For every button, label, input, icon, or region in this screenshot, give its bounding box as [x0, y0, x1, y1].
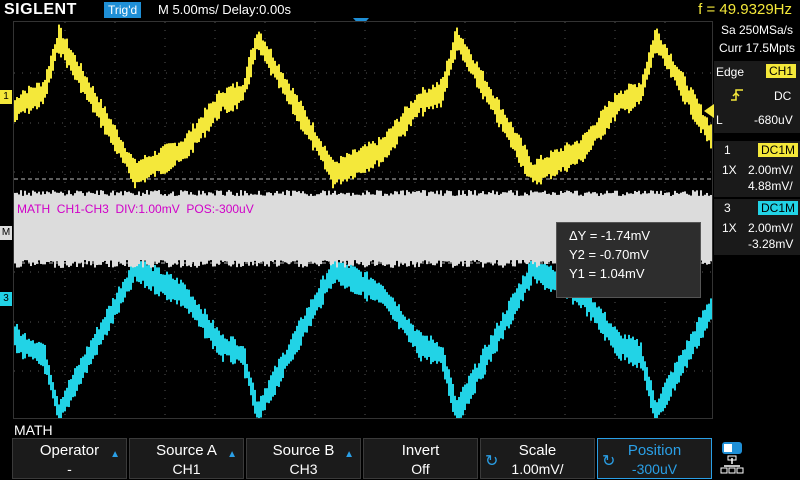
top-status-bar: SIGLENT Trig'd M 5.00ms/ Delay:0.00s f =… [0, 0, 800, 20]
memory-depth: Curr 17.5Mpts [718, 41, 796, 55]
position-softkey[interactable]: ↻ Position -300uV [597, 438, 712, 479]
source-a-label: Source A [156, 442, 217, 459]
softkey-bar: Operator - ▲ Source A CH1 ▲ Source B CH3… [0, 438, 800, 480]
source-b-softkey[interactable]: Source B CH3 ▲ [246, 438, 361, 479]
position-value: -300uV [631, 461, 678, 477]
ch1-scale: 2.00mV/ [748, 163, 793, 177]
timebase-readout[interactable]: M 5.00ms/ Delay:0.00s [158, 2, 291, 17]
invert-value: Off [411, 461, 430, 477]
trigger-source-badge: CH1 [766, 64, 797, 78]
ch3-probe: 1X [722, 221, 737, 235]
math-level-marker[interactable]: M [0, 226, 12, 240]
source-b-label: Source B [272, 442, 335, 459]
ch3-offset: -3.28mV [748, 237, 794, 251]
ch3-coupling-badge: DC1M [758, 201, 799, 215]
scale-softkey[interactable]: ↻ Scale 1.00mV/ [480, 438, 595, 479]
invert-softkey[interactable]: Invert Off [363, 438, 478, 479]
expand-arrow-icon: ▲ [344, 449, 354, 460]
source-b-value: CH3 [289, 461, 318, 477]
ch1-info-box[interactable]: 1 DC1M 1X 2.00mV/ 4.88mV/ [714, 141, 800, 197]
operator-value: - [67, 461, 72, 477]
ch1-level-marker[interactable]: 1 [0, 90, 12, 104]
trigger-info-box[interactable]: Edge CH1 DC L -680uV [714, 61, 800, 133]
cursor-y1: Y1 = 1.04mV [569, 266, 645, 281]
ch3-scale: 2.00mV/ [748, 221, 793, 235]
operator-label: Operator [39, 442, 100, 459]
waveform-display[interactable] [13, 21, 713, 419]
ch1-offset: 4.88mV/ [748, 179, 793, 193]
sample-rate: Sa 250MSa/s [720, 23, 794, 37]
menu-title: MATH [14, 422, 53, 438]
source-a-softkey[interactable]: Source A CH1 ▲ [129, 438, 244, 479]
expand-arrow-icon: ▲ [227, 449, 237, 460]
scale-value: 1.00mV/ [511, 461, 564, 477]
ch1-number: 1 [724, 143, 731, 157]
ch3-level-marker[interactable]: 3 [0, 292, 12, 306]
brand-logo: SIGLENT [4, 1, 77, 18]
ch1-probe: 1X [722, 163, 737, 177]
rising-edge-icon [731, 89, 743, 101]
frequency-readout: f = 49.9329Hz [698, 1, 792, 18]
trigger-level-label: L [716, 113, 723, 127]
right-info-panel: Sa 250MSa/s Curr 17.5Mpts Edge CH1 DC L … [714, 21, 800, 419]
ch1-coupling-badge: DC1M [758, 143, 799, 157]
trigger-status-badge: Trig'd [104, 2, 142, 18]
ch3-number: 3 [724, 201, 731, 215]
trigger-level-value: -680uV [754, 113, 793, 127]
invert-label: Invert [401, 442, 440, 459]
cursor-delta-y: ΔY = -1.74mV [569, 228, 651, 243]
source-a-value: CH1 [172, 461, 201, 477]
waveforms [14, 24, 712, 418]
expand-arrow-icon: ▲ [110, 449, 120, 460]
network-icon [720, 442, 744, 474]
ch1-waveform [14, 24, 712, 189]
operator-softkey[interactable]: Operator - ▲ [12, 438, 127, 479]
trigger-level-marker[interactable] [704, 104, 714, 118]
math-info-label: MATH CH1-CH3 DIV:1.00mV POS:-300uV [17, 202, 254, 216]
position-label: Position [627, 442, 682, 459]
cursor-y2: Y2 = -0.70mV [569, 247, 649, 262]
scale-label: Scale [518, 442, 557, 459]
ch3-info-box[interactable]: 3 DC1M 1X 2.00mV/ -3.28mV [714, 199, 800, 255]
trigger-coupling: DC [774, 89, 792, 103]
cursor-readout-panel: ΔY = -1.74mV Y2 = -0.70mV Y1 = 1.04mV [556, 222, 701, 298]
